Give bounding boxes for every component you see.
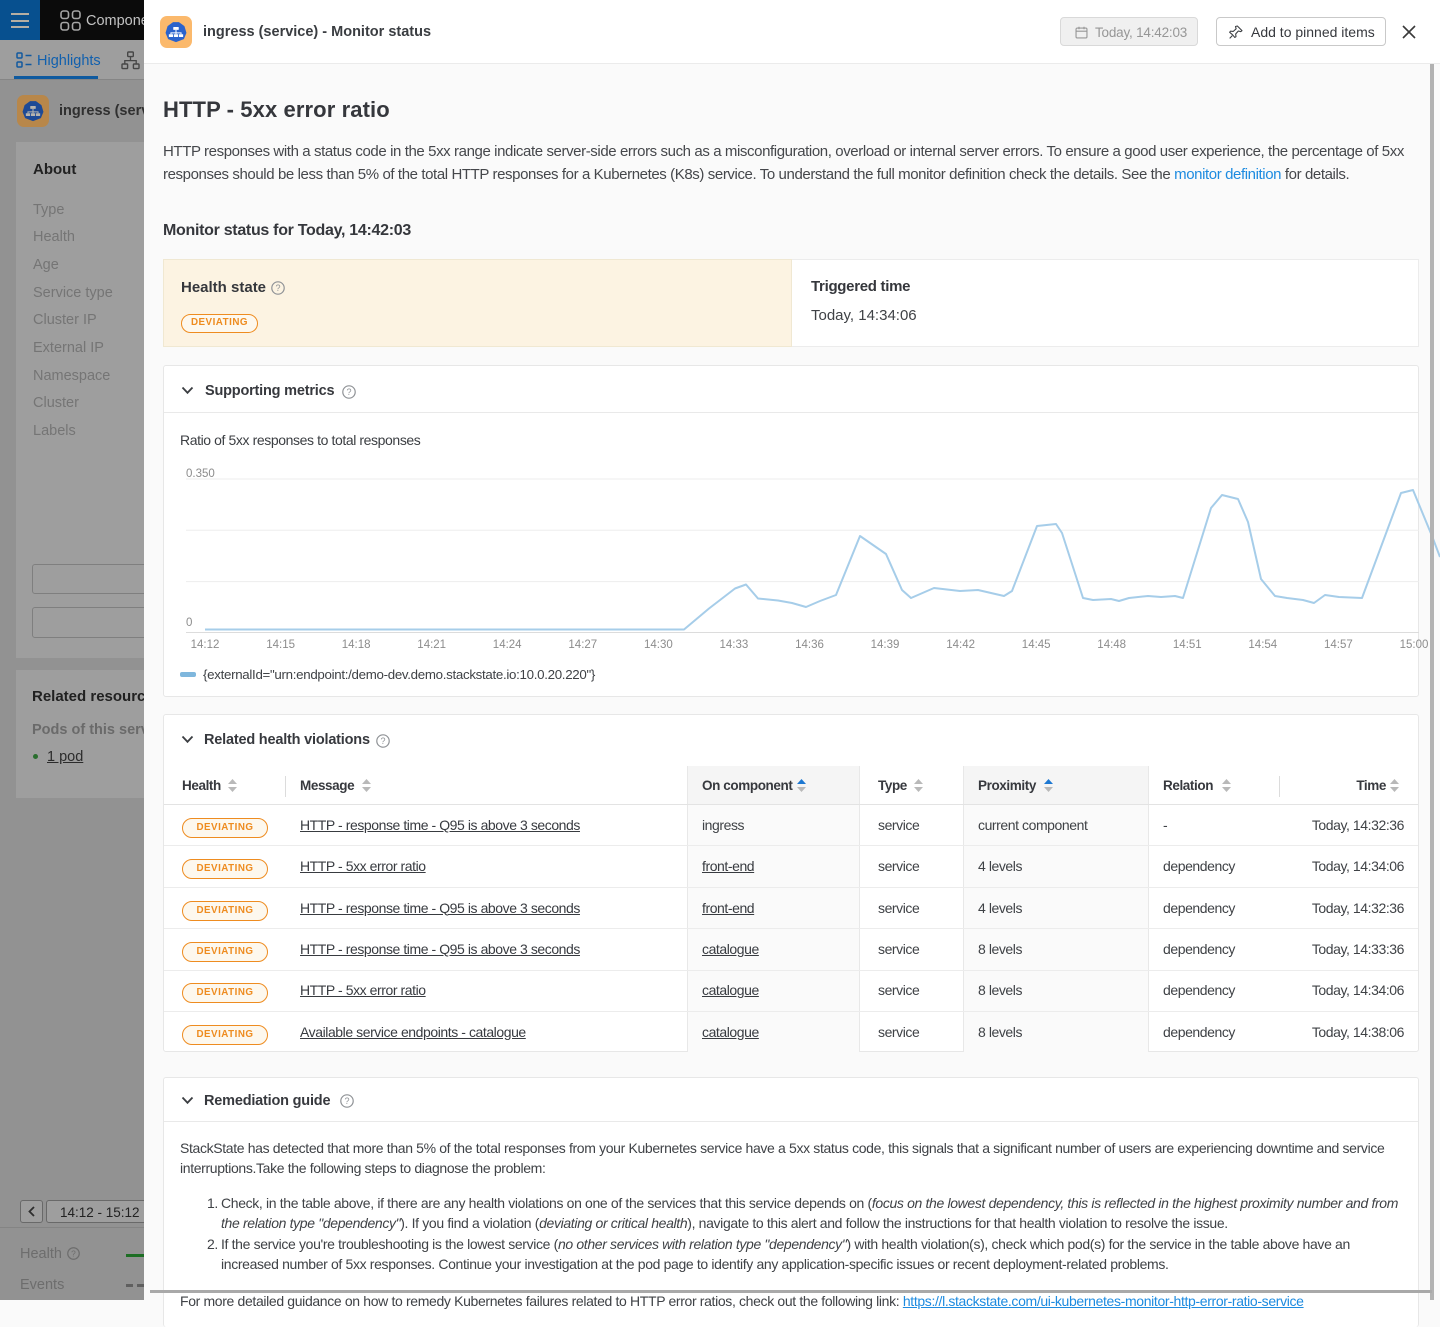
svg-text:0: 0 (186, 617, 192, 629)
svg-text:14:36: 14:36 (795, 639, 824, 651)
svg-text:14:54: 14:54 (1248, 639, 1277, 651)
svg-text:14:30: 14:30 (644, 639, 673, 651)
svg-text:14:24: 14:24 (493, 639, 522, 651)
svg-text:14:33: 14:33 (720, 639, 749, 651)
svg-text:?: ? (275, 283, 280, 293)
svg-text:?: ? (344, 1096, 349, 1106)
svg-text:?: ? (380, 736, 385, 746)
svg-text:14:12: 14:12 (191, 639, 220, 651)
svg-text:14:42: 14:42 (946, 639, 975, 651)
svg-text:?: ? (71, 1248, 76, 1258)
svg-text:14:57: 14:57 (1324, 639, 1353, 651)
svg-text:?: ? (346, 387, 351, 397)
svg-text:14:48: 14:48 (1097, 639, 1126, 651)
svg-text:0.350: 0.350 (186, 468, 215, 480)
svg-text:14:39: 14:39 (871, 639, 900, 651)
svg-text:14:18: 14:18 (342, 639, 371, 651)
svg-text:14:15: 14:15 (266, 639, 295, 651)
svg-text:15:00: 15:00 (1400, 639, 1429, 651)
svg-text:14:45: 14:45 (1022, 639, 1051, 651)
svg-text:14:51: 14:51 (1173, 639, 1202, 651)
svg-text:14:21: 14:21 (417, 639, 446, 651)
svg-text:14:27: 14:27 (568, 639, 597, 651)
